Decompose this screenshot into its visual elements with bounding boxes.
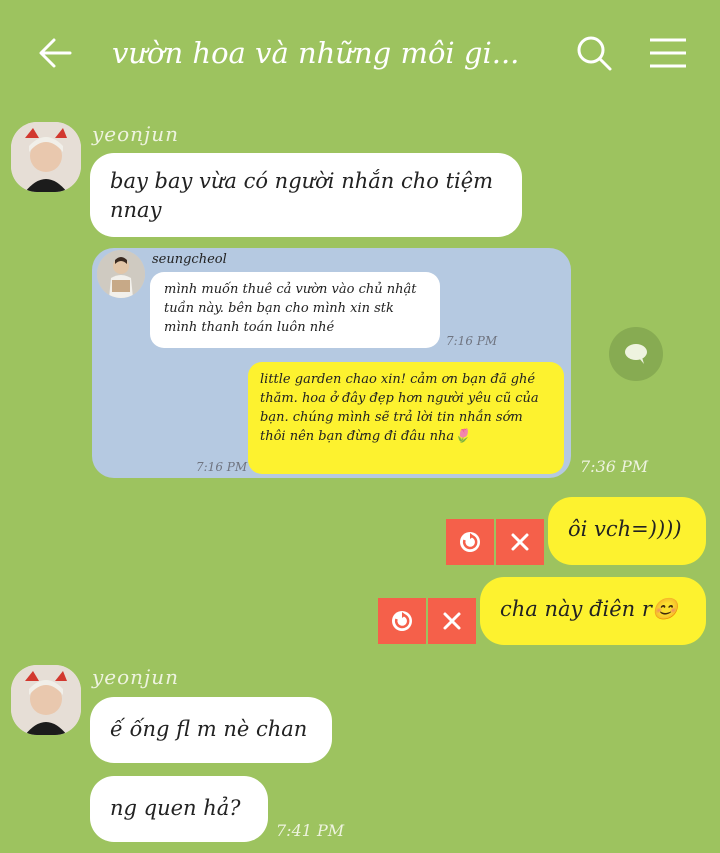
share-button[interactable] [609, 327, 663, 381]
menu-button[interactable] [644, 30, 692, 76]
resend-button[interactable] [446, 519, 494, 565]
profile-photo [11, 122, 81, 192]
message-bubble[interactable]: bay bay vừa có người nhắn cho tiệm nnay [90, 153, 522, 237]
message-time: 7:36 PM [580, 457, 649, 476]
delete-button[interactable] [428, 598, 476, 644]
profile-photo [97, 250, 145, 298]
chat-bubble-icon [625, 344, 647, 364]
resend-icon [460, 532, 480, 552]
hamburger-menu-icon [650, 38, 686, 68]
screenshot-reply-time: 7:16 PM [196, 460, 248, 474]
failed-message-actions [378, 598, 476, 644]
back-arrow-icon [39, 38, 72, 68]
close-icon [443, 612, 461, 630]
screenshot-incoming-bubble: mình muốn thuê cả vườn vào chủ nhật tuần… [150, 272, 440, 348]
message-bubble[interactable]: cha này điên r😊 [480, 577, 706, 645]
screenshot-reply-bubble: little garden chao xin! cảm ơn bạn đã gh… [248, 362, 564, 474]
search-button[interactable] [572, 30, 616, 76]
chat-title: vườn hoa và những môi gi... [112, 36, 520, 70]
avatar[interactable] [11, 665, 81, 735]
chat-header: vườn hoa và những môi gi... [0, 0, 720, 105]
resend-icon [392, 611, 412, 631]
screenshot-sender-name: seungcheol [152, 252, 227, 267]
screenshot-incoming-time: 7:16 PM [446, 334, 498, 348]
back-button[interactable] [30, 30, 80, 76]
sender-name: yeonjun [92, 122, 180, 146]
screenshot-avatar [97, 250, 145, 298]
avatar[interactable] [11, 122, 81, 192]
delete-button[interactable] [496, 519, 544, 565]
close-icon [511, 533, 529, 551]
profile-photo [11, 665, 81, 735]
failed-message-actions [446, 519, 544, 565]
message-time: 7:41 PM [276, 821, 345, 840]
resend-button[interactable] [378, 598, 426, 644]
message-bubble[interactable]: ôi vch=)))) [548, 497, 706, 565]
sender-name: yeonjun [92, 665, 180, 689]
message-bubble[interactable]: ế ống fl m nè chan [90, 697, 332, 763]
shared-screenshot-image[interactable]: seungcheol mình muốn thuê cả vườn vào ch… [92, 248, 571, 478]
search-icon [577, 36, 612, 71]
message-bubble[interactable]: ng quen hả? [90, 776, 268, 842]
